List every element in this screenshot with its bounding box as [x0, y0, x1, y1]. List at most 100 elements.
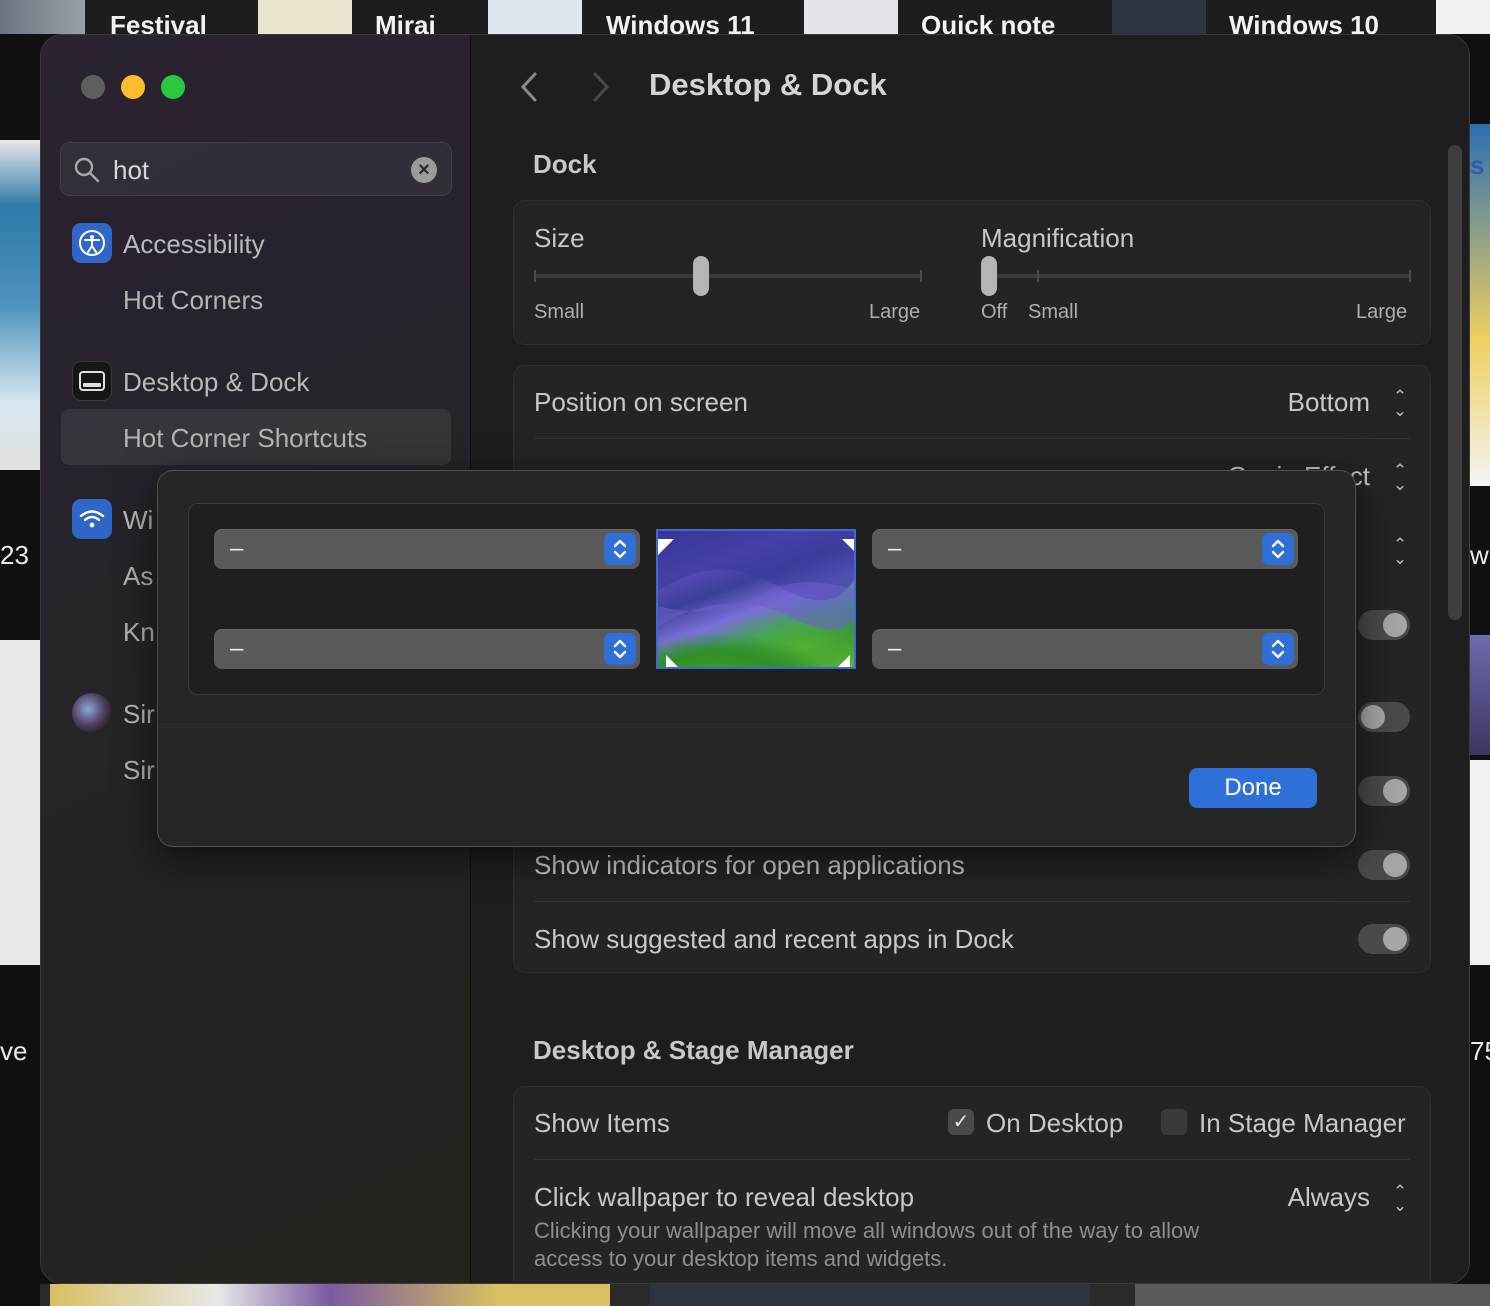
background-thumbnail	[804, 0, 898, 34]
hot-corners-sheet: – – – – Done	[157, 470, 1356, 847]
sidebar-subitem[interactable]: As	[123, 561, 153, 592]
magnification-slider-thumb[interactable]	[981, 256, 997, 296]
chevron-up-down-icon: ⌃ ⌄	[1392, 387, 1408, 420]
dock-toggle[interactable]	[1358, 702, 1410, 732]
slider-tick	[1409, 270, 1411, 282]
size-max-label: Large	[869, 301, 921, 323]
minimize-window-button[interactable]	[121, 75, 145, 99]
background-left-image	[0, 640, 40, 965]
position-label: Position on screen	[534, 387, 748, 417]
top-right-corner-select[interactable]: –	[872, 529, 1298, 569]
click-wallpaper-popup[interactable]: Always	[1288, 1182, 1370, 1213]
sidebar-item-accessibility[interactable]: Accessibility	[123, 229, 265, 260]
show-indicators-label: Show indicators for open applications	[534, 850, 965, 880]
size-min-label: Small	[534, 301, 585, 323]
bottom-right-corner-select[interactable]: –	[872, 629, 1298, 669]
on-desktop-checkbox[interactable]: ✓	[948, 1109, 974, 1135]
section-title-stage-manager: Desktop & Stage Manager	[533, 1035, 854, 1065]
bottom-left-corner-value: –	[230, 635, 244, 662]
background-thumbnail	[0, 0, 85, 34]
siri-icon	[72, 693, 112, 733]
clear-search-icon[interactable]: ×	[411, 157, 437, 183]
desktop-preview-image	[656, 529, 856, 669]
section-title-dock: Dock	[533, 149, 597, 179]
background-thumbnail	[1112, 0, 1206, 34]
show-recent-apps-label: Show suggested and recent apps in Dock	[534, 924, 1014, 954]
forward-button[interactable]	[590, 71, 612, 112]
size-slider-thumb[interactable]	[692, 256, 709, 296]
accessibility-icon	[72, 223, 112, 263]
background-right-image	[1470, 635, 1490, 755]
scrollbar[interactable]	[1448, 145, 1462, 620]
background-edge-text: 75	[1470, 1036, 1490, 1066]
chevron-up-down-icon: ⌃ ⌄	[1392, 535, 1408, 568]
slider-tick	[1037, 270, 1039, 282]
show-recent-apps-toggle[interactable]	[1358, 924, 1410, 954]
click-wallpaper-description: Clicking your wallpaper will move all wi…	[534, 1218, 1200, 1271]
background-thumbnail	[488, 0, 582, 34]
magnification-label: Magnification	[981, 223, 1135, 253]
dock-toggle[interactable]	[1358, 776, 1410, 806]
sidebar-subitem-hot-corners[interactable]: Hot Corners	[123, 285, 263, 316]
chevron-up-down-icon	[604, 633, 636, 665]
click-wallpaper-label: Click wallpaper to reveal desktop	[534, 1182, 915, 1212]
zoom-window-button[interactable]	[161, 75, 185, 99]
size-label: Size	[534, 223, 585, 253]
close-window-button[interactable]	[81, 75, 105, 99]
toggle-knob	[1383, 853, 1407, 877]
background-bottom-strip	[40, 1284, 1490, 1306]
background-edge-text: s	[1470, 150, 1485, 180]
stage-manager-card: Show Items ✓ On Desktop In Stage Manager…	[513, 1086, 1431, 1283]
toggle-knob	[1383, 613, 1407, 637]
background-right-image	[1470, 760, 1490, 965]
show-items-label: Show Items	[534, 1108, 670, 1138]
magnification-slider-track[interactable]	[981, 274, 1411, 278]
sidebar-item-siri[interactable]: Sir	[123, 699, 155, 730]
on-desktop-label: On Desktop	[986, 1108, 1124, 1138]
search-input[interactable]	[113, 153, 403, 187]
dock-size-card: Size Small Large Magnification Off Small…	[513, 200, 1431, 345]
background-thumbnail	[258, 0, 352, 34]
row-divider	[534, 901, 1410, 902]
dock-toggle[interactable]	[1358, 610, 1410, 640]
background-thumbnail	[650, 1284, 1090, 1306]
background-left-image	[0, 140, 40, 470]
chevron-up-down-icon: ⌃ ⌄	[1392, 1182, 1408, 1215]
sidebar-subitem[interactable]: Kn	[123, 617, 155, 648]
chevron-up-down-icon	[1262, 633, 1294, 665]
background-edge-text: ve	[0, 1036, 28, 1066]
background-window-strip: Festival Mirai Windows 11 Quick note Win…	[0, 0, 1490, 40]
show-indicators-toggle[interactable]	[1358, 850, 1410, 880]
background-thumbnail	[1436, 0, 1490, 34]
bottom-left-corner-select[interactable]: –	[214, 629, 640, 669]
sidebar-subitem-hot-corner-shortcuts[interactable]: Hot Corner Shortcuts	[123, 423, 367, 454]
search-field[interactable]: ×	[60, 142, 452, 196]
chevron-up-down-icon	[1262, 533, 1294, 565]
chevron-up-down-icon	[604, 533, 636, 565]
position-popup[interactable]: Bottom	[1288, 387, 1370, 418]
slider-tick	[534, 270, 536, 282]
background-edge-text: w	[1470, 540, 1489, 570]
sidebar-item-wifi[interactable]: Wi	[123, 505, 153, 536]
bottom-right-corner-value: –	[888, 635, 902, 662]
page-title: Desktop & Dock	[649, 67, 887, 102]
search-icon	[73, 156, 101, 189]
top-left-corner-select[interactable]: –	[214, 529, 640, 569]
wifi-icon	[72, 499, 112, 539]
row-divider	[534, 1159, 1410, 1160]
sidebar-subitem[interactable]: Sir	[123, 755, 155, 786]
in-stage-manager-checkbox[interactable]	[1161, 1109, 1187, 1135]
top-right-corner-value: –	[888, 535, 902, 562]
dock-icon	[72, 361, 112, 401]
toggle-knob	[1383, 927, 1407, 951]
size-slider-track[interactable]	[534, 274, 922, 278]
toggle-knob	[1383, 779, 1407, 803]
row-divider	[534, 438, 1410, 439]
in-stage-manager-label: In Stage Manager	[1199, 1108, 1406, 1138]
background-thumbnail	[1135, 1284, 1490, 1306]
done-button[interactable]: Done	[1189, 768, 1317, 808]
back-button[interactable]	[518, 71, 540, 112]
sidebar-item-desktop-dock[interactable]: Desktop & Dock	[123, 367, 309, 398]
toggle-knob	[1361, 705, 1385, 729]
background-edge-text: 23	[0, 540, 29, 570]
